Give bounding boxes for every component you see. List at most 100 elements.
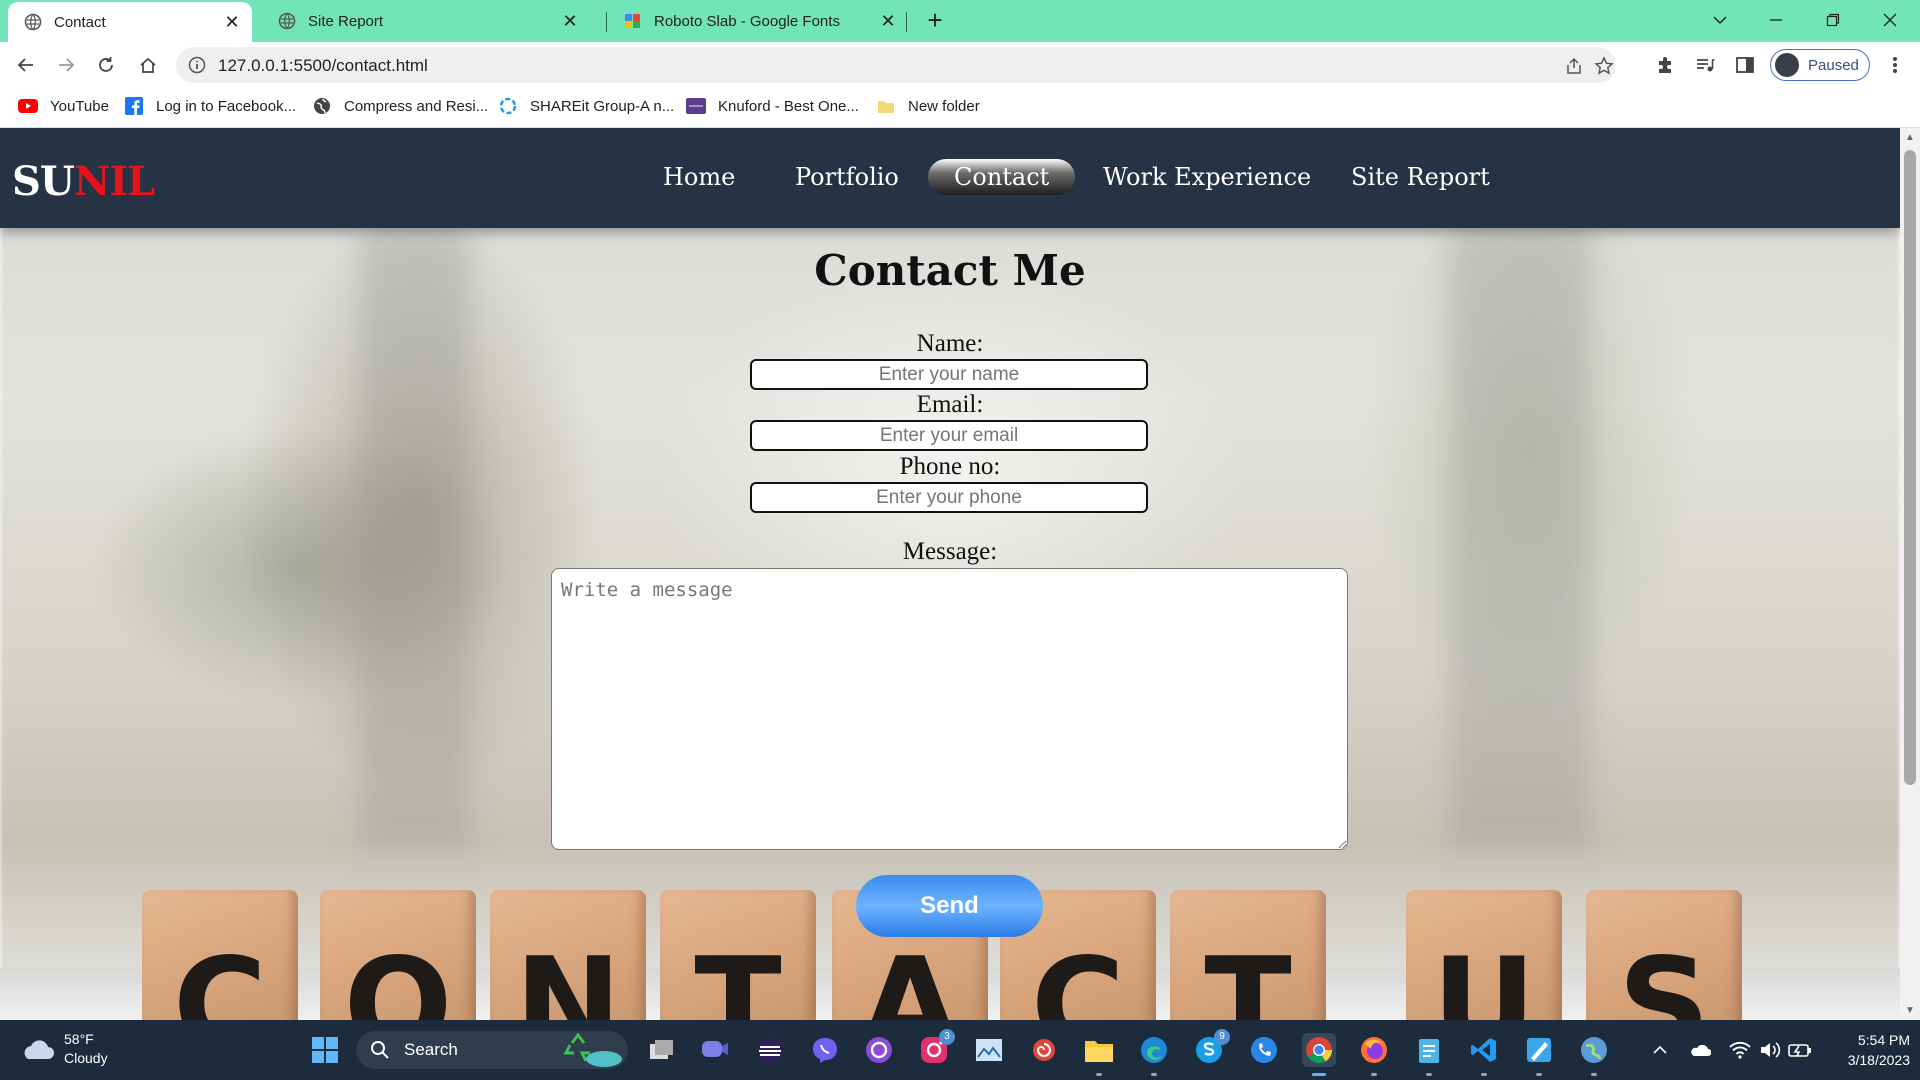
skype-icon[interactable]: 9 [1192, 1029, 1230, 1067]
nav-site-report[interactable]: Site Report [1325, 159, 1516, 195]
page-scrollbar[interactable]: ▲ ▼ [1900, 128, 1920, 1020]
taskbar-search[interactable]: Search [356, 1031, 628, 1069]
bookmark-knuford[interactable]: Knuford - Best One... [686, 97, 859, 115]
bookmark-label: Log in to Facebook... [156, 97, 297, 115]
bookmark-star-icon[interactable] [1594, 56, 1614, 76]
tab-label: Site Report [308, 12, 384, 30]
tab-label: Roboto Slab - Google Fonts [654, 12, 840, 30]
viber-icon[interactable] [808, 1033, 842, 1067]
nav-portfolio[interactable]: Portfolio [769, 159, 925, 195]
message-textarea[interactable] [551, 568, 1348, 850]
restore-icon[interactable] [1813, 6, 1853, 34]
cube-letter: S [1617, 931, 1711, 1021]
back-arrow-icon[interactable] [12, 51, 40, 79]
onedrive-cloud-icon[interactable] [1688, 1038, 1712, 1062]
running-indicator [1536, 1073, 1542, 1076]
vscode-icon[interactable] [1467, 1033, 1501, 1076]
close-icon[interactable]: ✕ [560, 11, 580, 31]
cube-letter: C [1031, 931, 1125, 1021]
windows-start-icon[interactable] [308, 1033, 342, 1067]
close-icon[interactable]: ✕ [222, 12, 242, 32]
phone-input[interactable] [750, 482, 1148, 513]
notepad-icon[interactable] [1412, 1033, 1446, 1076]
letter-cube: N [490, 890, 646, 1020]
letter-cube: O [320, 890, 476, 1020]
window-close-icon[interactable] [1870, 6, 1910, 34]
message-label: Message: [902, 538, 998, 565]
email-input[interactable] [750, 420, 1148, 451]
tab-google-fonts[interactable]: Roboto Slab - Google Fonts ✕ [610, 0, 910, 42]
chevron-up-icon[interactable] [1648, 1038, 1672, 1062]
task-view-icon[interactable] [645, 1033, 679, 1067]
bookmark-label: SHAREit Group-A n... [530, 97, 675, 115]
address-bar[interactable]: 127.0.0.1:5500/contact.html [176, 47, 1616, 83]
google-fonts-icon [624, 12, 642, 30]
search-icon [371, 1041, 389, 1059]
paint-icon[interactable] [1522, 1033, 1556, 1076]
snail-app-icon[interactable] [1027, 1033, 1061, 1067]
wifi-icon[interactable] [1728, 1038, 1752, 1062]
running-indicator [1096, 1073, 1102, 1076]
file-explorer-icon[interactable] [1082, 1033, 1116, 1076]
weather-widget[interactable]: 58°F Cloudy [20, 1030, 108, 1068]
notification-badge: 9 [1214, 1029, 1230, 1045]
extensions-puzzle-icon[interactable] [1654, 54, 1676, 76]
running-indicator [1312, 1073, 1326, 1076]
edge-browser-icon[interactable] [1137, 1033, 1171, 1076]
chrome-icon[interactable] [1302, 1033, 1336, 1076]
youtube-icon [18, 97, 38, 115]
running-indicator [1371, 1073, 1377, 1076]
media-queue-icon[interactable] [1694, 54, 1716, 76]
weather-description: Cloudy [64, 1050, 108, 1066]
photos-chart-icon[interactable] [972, 1033, 1006, 1067]
home-icon[interactable] [134, 51, 162, 79]
nav-contact[interactable]: Contact [928, 159, 1076, 195]
scroll-down-arrow-icon[interactable]: ▼ [1905, 1006, 1915, 1016]
profile-button[interactable]: Paused [1770, 49, 1870, 81]
cube-letter: C [173, 931, 267, 1021]
browser-toolbar: 127.0.0.1:5500/contact.html Paused [0, 42, 1920, 88]
close-icon[interactable]: ✕ [878, 11, 898, 31]
tab-site-report[interactable]: Site Report ✕ [262, 0, 592, 42]
nav-work-experience[interactable]: Work Experience [1077, 159, 1337, 195]
globe-app-icon[interactable] [1577, 1033, 1611, 1076]
tab-contact[interactable]: Contact ✕ [8, 2, 252, 42]
eclipse-icon[interactable] [753, 1033, 787, 1067]
tab-label: Contact [54, 13, 106, 31]
teams-chat-icon[interactable] [698, 1033, 732, 1067]
instagram-icon[interactable]: 3 [917, 1029, 955, 1067]
send-button[interactable]: Send [856, 875, 1043, 937]
new-tab-plus-icon[interactable]: + [922, 7, 948, 34]
bookmark-label: New folder [908, 97, 980, 115]
name-input[interactable] [750, 359, 1148, 390]
system-clock[interactable]: 5:54 PM 3/18/2023 [1830, 1030, 1910, 1070]
site-logo[interactable]: SUNIL [12, 158, 155, 205]
bookmark-new-folder[interactable]: New folder [876, 97, 980, 115]
bookmark-facebook[interactable]: Log in to Facebook... [124, 97, 296, 115]
side-panel-icon[interactable] [1734, 54, 1756, 76]
cube-letter: A [860, 931, 960, 1021]
bookmark-compress[interactable]: Compress and Resi... [312, 97, 488, 115]
nav-home[interactable]: Home [637, 159, 761, 195]
globe-icon [278, 12, 296, 30]
bookmark-youtube[interactable]: YouTube [18, 97, 109, 115]
bookmark-shareit[interactable]: SHAREit Group-A n... [498, 97, 674, 115]
share-icon[interactable] [1564, 56, 1584, 76]
scroll-up-arrow-icon[interactable]: ▲ [1905, 133, 1915, 143]
reload-icon[interactable] [92, 51, 120, 79]
forward-arrow-icon[interactable] [52, 51, 80, 79]
volume-icon[interactable] [1758, 1038, 1782, 1062]
chevron-down-icon[interactable] [1700, 6, 1740, 34]
firefox-icon[interactable] [1357, 1033, 1391, 1076]
minimize-icon[interactable] [1756, 6, 1796, 34]
letter-cube: S [1586, 890, 1742, 1020]
site-info-icon[interactable] [188, 56, 206, 74]
phone-label: Phone no: [899, 453, 1001, 480]
battery-charging-icon[interactable] [1788, 1038, 1812, 1062]
scrollbar-thumb[interactable] [1904, 150, 1916, 785]
phone-link-icon[interactable] [1247, 1033, 1281, 1067]
logo-part-red: NIL [73, 158, 155, 205]
email-label: Email: [916, 391, 984, 418]
more-vertical-icon[interactable] [1884, 54, 1906, 76]
github-desktop-icon[interactable] [862, 1033, 896, 1067]
